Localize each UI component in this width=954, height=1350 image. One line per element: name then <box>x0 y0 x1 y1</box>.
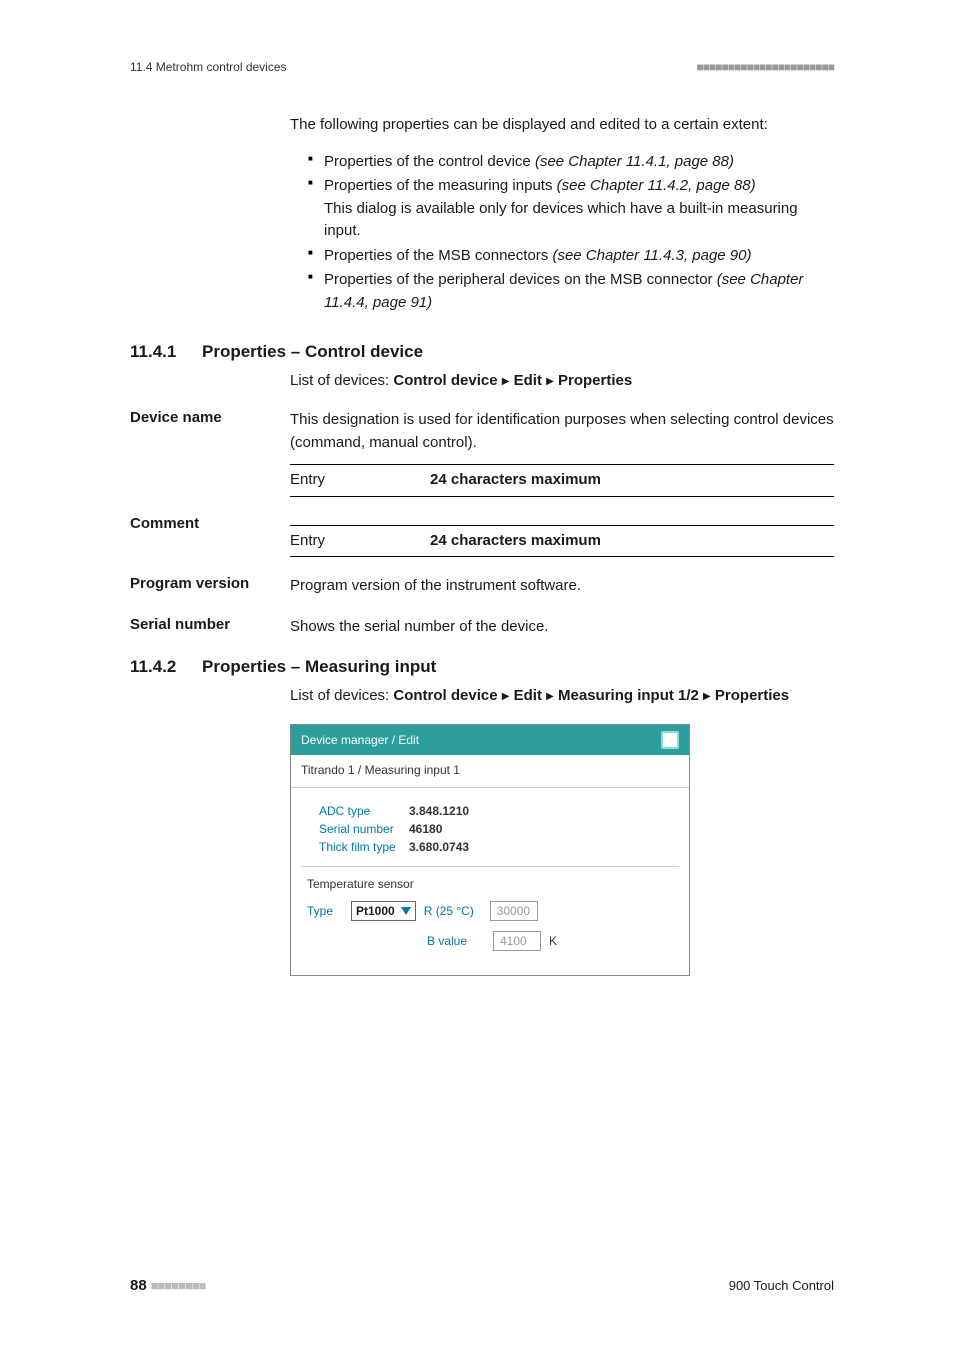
section-heading-11-4-1: 11.4.1 Properties – Control device <box>130 342 834 362</box>
header-section: 11.4 Metrohm control devices <box>130 60 287 74</box>
b-field[interactable]: 4100 <box>493 931 541 951</box>
intro-text: The following properties can be displaye… <box>290 114 834 137</box>
close-icon[interactable] <box>661 731 679 749</box>
chevron-down-icon <box>401 907 411 915</box>
dialog-screenshot: Device manager / Edit Titrando 1 / Measu… <box>290 724 690 976</box>
dialog-title: Device manager / Edit <box>301 733 419 747</box>
dialog-subtitle: Titrando 1 / Measuring input 1 <box>291 755 689 788</box>
list-item: Properties of the control device (see Ch… <box>308 151 834 174</box>
temp-sensor-title: Temperature sensor <box>307 877 679 891</box>
type-label: Type <box>307 904 343 918</box>
list-item: Properties of the measuring inputs (see … <box>308 175 834 243</box>
list-item: Properties of the peripheral devices on … <box>308 269 834 314</box>
b-unit: K <box>549 934 557 948</box>
header-decoration: ■■■■■■■■■■■■■■■■■■■■■■ <box>697 60 834 74</box>
comment-entry-table: Entry24 characters maximum <box>290 525 834 558</box>
device-name-label: Device name <box>130 409 290 426</box>
breadcrumb: List of devices: Control device ▶ Edit ▶… <box>290 687 834 704</box>
info-row: Thick film type3.680.0743 <box>319 838 679 856</box>
comment-label: Comment <box>130 515 290 532</box>
product-name: 900 Touch Control <box>729 1278 834 1293</box>
program-version-desc: Program version of the instrument softwa… <box>290 575 834 598</box>
program-version-label: Program version <box>130 575 290 592</box>
list-item: Properties of the MSB connectors (see Ch… <box>308 245 834 268</box>
r-label: R (25 °C) <box>424 904 482 918</box>
info-row: Serial number46180 <box>319 820 679 838</box>
r-field[interactable]: 30000 <box>490 901 538 921</box>
type-dropdown[interactable]: Pt1000 <box>351 901 416 921</box>
breadcrumb: List of devices: Control device ▶ Edit ▶… <box>290 372 834 389</box>
section-heading-11-4-2: 11.4.2 Properties – Measuring input <box>130 657 834 677</box>
serial-number-desc: Shows the serial number of the device. <box>290 616 834 639</box>
serial-number-label: Serial number <box>130 616 290 633</box>
b-label: B value <box>427 934 485 948</box>
device-name-entry-table: Entry24 characters maximum <box>290 464 834 497</box>
page-number: 88■■■■■■■■ <box>130 1277 206 1294</box>
info-row: ADC type3.848.1210 <box>319 802 679 820</box>
bullet-list: Properties of the control device (see Ch… <box>290 151 834 315</box>
device-name-desc: This designation is used for identificat… <box>290 409 834 454</box>
